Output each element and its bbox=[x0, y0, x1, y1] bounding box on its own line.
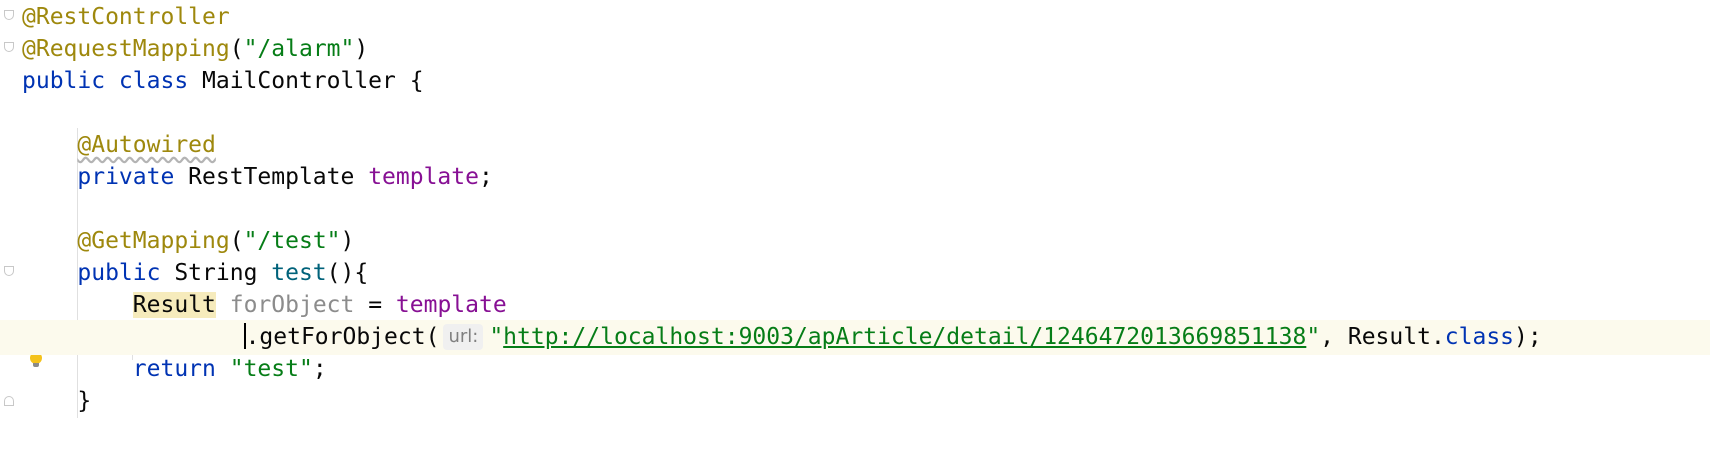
code-token: ; bbox=[312, 356, 327, 382]
code-token: ; bbox=[478, 164, 493, 190]
code-token: } bbox=[22, 388, 92, 414]
code-token: String bbox=[174, 260, 272, 286]
code-token: template bbox=[368, 164, 479, 190]
code-line-current[interactable]: .getForObject(url: "http://localhost:9003… bbox=[0, 320, 1710, 355]
code-token: " bbox=[1306, 324, 1321, 350]
fold-marker-icon[interactable] bbox=[4, 396, 14, 406]
code-line[interactable]: } bbox=[22, 384, 1710, 419]
editor-gutter bbox=[0, 0, 20, 476]
code-token: "/test" bbox=[243, 228, 341, 254]
parameter-hint: url: bbox=[443, 324, 484, 350]
code-token: Result bbox=[132, 292, 216, 318]
code-token: class bbox=[1444, 324, 1515, 350]
code-token: public class bbox=[22, 68, 203, 94]
code-token: @GetMapping bbox=[77, 228, 230, 254]
code-token: RestTemplate bbox=[188, 164, 369, 190]
code-token: = bbox=[354, 292, 396, 318]
code-token: @Autowired bbox=[77, 132, 216, 158]
code-line[interactable]: @Autowired bbox=[22, 128, 1710, 163]
code-line[interactable] bbox=[22, 192, 1710, 227]
code-line[interactable]: @GetMapping("/test") bbox=[22, 224, 1710, 259]
code-token: ( bbox=[229, 36, 244, 62]
code-line[interactable]: public class MailController { bbox=[22, 64, 1710, 99]
code-token: ( bbox=[229, 228, 244, 254]
code-token: , Result. bbox=[1320, 324, 1445, 350]
code-token: @RequestMapping bbox=[22, 36, 230, 62]
code-token: ) bbox=[340, 228, 355, 254]
fold-marker-icon[interactable] bbox=[4, 42, 14, 52]
code-line[interactable]: public String test(){ bbox=[22, 256, 1710, 291]
code-token: ) bbox=[354, 36, 369, 62]
code-token: (){ bbox=[326, 260, 369, 286]
code-token: public bbox=[77, 260, 175, 286]
code-token: return bbox=[132, 356, 230, 382]
code-token: @RestController bbox=[22, 4, 230, 30]
code-line[interactable]: return "test"; bbox=[22, 352, 1710, 387]
code-token: forObject bbox=[229, 292, 355, 318]
code-token: "test" bbox=[229, 356, 313, 382]
code-token: "/alarm" bbox=[243, 36, 355, 62]
code-token: ); bbox=[1514, 324, 1542, 350]
fold-marker-icon[interactable] bbox=[4, 10, 14, 20]
url-link[interactable]: http://localhost:9003/apArticle/detail/1… bbox=[503, 324, 1306, 350]
code-token: MailController { bbox=[202, 68, 424, 94]
code-token: template bbox=[395, 292, 507, 318]
code-line[interactable]: Result forObject = template bbox=[22, 288, 1710, 323]
code-editor[interactable]: @RestController @RequestMapping("/alarm")… bbox=[0, 0, 1710, 476]
code-line[interactable]: @RequestMapping("/alarm") bbox=[22, 32, 1710, 67]
code-line[interactable]: @RestController bbox=[22, 0, 1710, 35]
code-line[interactable]: private RestTemplate template; bbox=[22, 160, 1710, 195]
fold-marker-icon[interactable] bbox=[4, 266, 14, 276]
code-line[interactable] bbox=[22, 96, 1710, 131]
code-token: private bbox=[77, 164, 189, 190]
code-token: .getForObject( bbox=[245, 324, 440, 350]
code-token: " bbox=[489, 324, 504, 350]
code-token: test bbox=[271, 260, 327, 286]
